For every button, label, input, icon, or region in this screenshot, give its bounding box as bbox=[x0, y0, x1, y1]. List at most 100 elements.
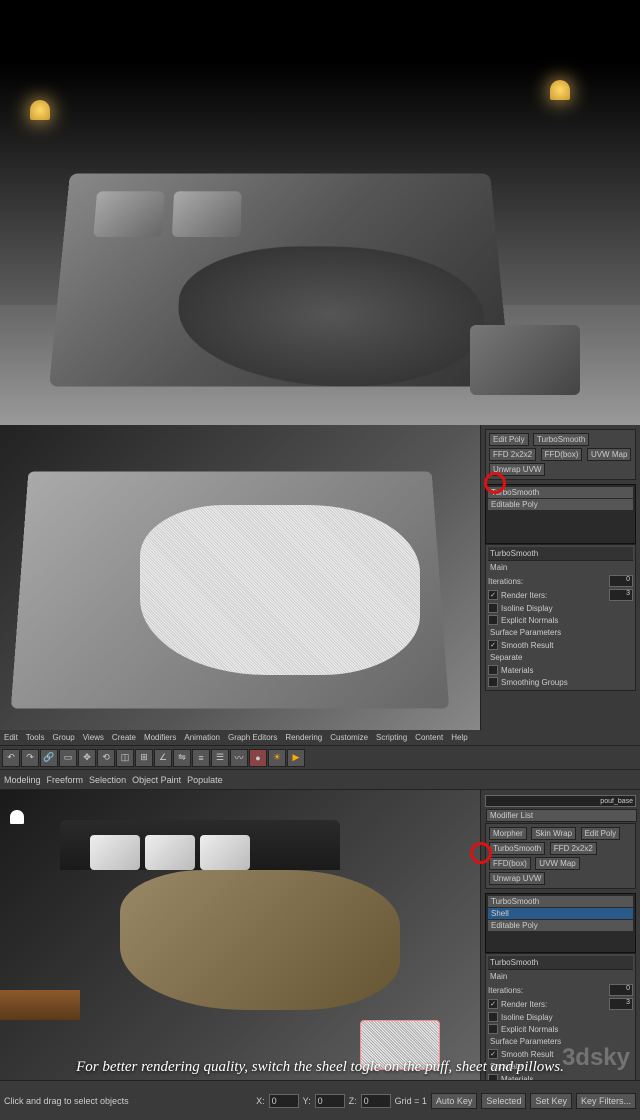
render-iters-checkbox[interactable] bbox=[488, 590, 498, 600]
render-iters-label: Render Iters: bbox=[501, 1000, 547, 1009]
scale-icon[interactable]: ◫ bbox=[116, 749, 134, 767]
stack-item[interactable]: Editable Poly bbox=[488, 499, 633, 510]
mirror-icon[interactable]: ⇋ bbox=[173, 749, 191, 767]
stack-item[interactable]: TurboSmooth bbox=[488, 487, 633, 498]
link-icon[interactable]: 🔗 bbox=[40, 749, 58, 767]
mod-btn[interactable]: Edit Poly bbox=[581, 827, 621, 840]
pillow bbox=[200, 835, 250, 870]
stack-item-selected[interactable]: Shell bbox=[488, 908, 633, 919]
mod-btn[interactable]: FFD 2x2x2 bbox=[550, 842, 597, 855]
snap-icon[interactable]: ⊞ bbox=[135, 749, 153, 767]
mod-btn[interactable]: Skin Wrap bbox=[531, 827, 576, 840]
wireframe-viewport[interactable] bbox=[0, 425, 480, 730]
modifier-panel-mid: Edit Poly TurboSmooth FFD 2x2x2 FFD(box)… bbox=[480, 425, 640, 730]
menu-item[interactable]: Views bbox=[83, 733, 104, 742]
mod-btn[interactable]: UVW Map bbox=[535, 857, 579, 870]
red-circle-annotation bbox=[484, 472, 506, 494]
menu-item[interactable]: Create bbox=[112, 733, 136, 742]
explicit-checkbox[interactable] bbox=[488, 1024, 498, 1034]
command-panel: Modifier List Morpher Skin Wrap Edit Pol… bbox=[480, 790, 640, 1080]
isoline-checkbox[interactable] bbox=[488, 603, 498, 613]
menu-item[interactable]: Scripting bbox=[376, 733, 407, 742]
side-table bbox=[0, 990, 80, 1020]
pillow bbox=[145, 835, 195, 870]
menu-item[interactable]: Help bbox=[451, 733, 467, 742]
layer-icon[interactable]: ☰ bbox=[211, 749, 229, 767]
redo-icon[interactable]: ↷ bbox=[21, 749, 39, 767]
middle-viewport-row: Edit Poly TurboSmooth FFD 2x2x2 FFD(box)… bbox=[0, 425, 640, 730]
render-iters-spinner[interactable]: 3 bbox=[609, 998, 633, 1010]
mod-btn[interactable]: FFD(box) bbox=[541, 448, 583, 461]
isoline-checkbox[interactable] bbox=[488, 1012, 498, 1022]
ribbon-tabs: Modeling Freeform Selection Object Paint… bbox=[0, 770, 640, 790]
turbosmooth-rollout: TurboSmooth Main Iterations:0 Render Ite… bbox=[485, 544, 636, 691]
tab[interactable]: Freeform bbox=[47, 775, 84, 785]
modifier-stack[interactable]: TurboSmooth Shell Editable Poly bbox=[485, 893, 636, 953]
keyfilters-button[interactable]: Key Filters... bbox=[576, 1093, 636, 1109]
stack-item[interactable]: TurboSmooth bbox=[488, 896, 633, 907]
iterations-spinner[interactable]: 0 bbox=[609, 575, 633, 587]
smooth-result-checkbox[interactable] bbox=[488, 640, 498, 650]
menu-item[interactable]: Rendering bbox=[285, 733, 322, 742]
autokey-button[interactable]: Auto Key bbox=[431, 1093, 478, 1109]
x-coord-input[interactable] bbox=[269, 1094, 299, 1108]
z-coord-input[interactable] bbox=[361, 1094, 391, 1108]
align-icon[interactable]: ≡ bbox=[192, 749, 210, 767]
rollout-header[interactable]: TurboSmooth bbox=[488, 547, 633, 561]
setkey-button[interactable]: Set Key bbox=[530, 1093, 572, 1109]
menu-bar: Edit Tools Group Views Create Modifiers … bbox=[0, 730, 640, 746]
mod-btn[interactable]: FFD 2x2x2 bbox=[489, 448, 536, 461]
tab[interactable]: Populate bbox=[187, 775, 223, 785]
render-iters-spinner[interactable]: 3 bbox=[609, 589, 633, 601]
menu-item[interactable]: Tools bbox=[26, 733, 45, 742]
smgroups-label: Smoothing Groups bbox=[501, 678, 568, 687]
curve-editor-icon[interactable]: 〰 bbox=[230, 749, 248, 767]
section-label: Main bbox=[488, 561, 633, 574]
mod-btn[interactable]: Edit Poly bbox=[489, 433, 529, 446]
smooth-result-checkbox[interactable] bbox=[488, 1049, 498, 1059]
modifier-list-dropdown[interactable]: Modifier List bbox=[486, 809, 637, 822]
materials-checkbox[interactable] bbox=[488, 665, 498, 675]
render-iters-checkbox[interactable] bbox=[488, 999, 498, 1009]
perspective-viewport[interactable] bbox=[0, 790, 480, 1080]
object-name-field[interactable] bbox=[485, 795, 636, 807]
menu-item[interactable]: Graph Editors bbox=[228, 733, 277, 742]
iterations-spinner[interactable]: 0 bbox=[609, 984, 633, 996]
smooth-result-label: Smooth Result bbox=[501, 641, 553, 650]
rotate-icon[interactable]: ⟲ bbox=[97, 749, 115, 767]
mod-btn[interactable]: Morpher bbox=[489, 827, 527, 840]
red-circle-annotation bbox=[470, 842, 492, 864]
rollout-header[interactable]: TurboSmooth bbox=[488, 956, 633, 970]
material-icon[interactable]: ● bbox=[249, 749, 267, 767]
tab[interactable]: Object Paint bbox=[132, 775, 181, 785]
selected-dropdown[interactable]: Selected bbox=[481, 1093, 526, 1109]
main-toolbar: ↶ ↷ 🔗 ▭ ✥ ⟲ ◫ ⊞ ∠ ⇋ ≡ ☰ 〰 ● ☀ ▶ bbox=[0, 746, 640, 770]
mod-btn[interactable]: Unwrap UVW bbox=[489, 872, 545, 885]
mod-btn[interactable]: TurboSmooth bbox=[489, 842, 545, 855]
menu-item[interactable]: Group bbox=[52, 733, 74, 742]
mod-btn[interactable]: TurboSmooth bbox=[533, 433, 589, 446]
menu-item[interactable]: Customize bbox=[330, 733, 368, 742]
modifier-stack[interactable]: TurboSmooth Editable Poly bbox=[485, 484, 636, 544]
smgroups-checkbox[interactable] bbox=[488, 677, 498, 687]
angle-snap-icon[interactable]: ∠ bbox=[154, 749, 172, 767]
tab[interactable]: Modeling bbox=[4, 775, 41, 785]
stack-item[interactable]: Editable Poly bbox=[488, 920, 633, 931]
render-icon[interactable]: ▶ bbox=[287, 749, 305, 767]
menu-item[interactable]: Edit bbox=[4, 733, 18, 742]
menu-item[interactable]: Animation bbox=[184, 733, 220, 742]
mod-btn[interactable]: FFD(box) bbox=[489, 857, 531, 870]
menu-item[interactable]: Content bbox=[415, 733, 443, 742]
render-iters-label: Render Iters: bbox=[501, 591, 547, 600]
undo-icon[interactable]: ↶ bbox=[2, 749, 20, 767]
ottoman bbox=[470, 325, 580, 395]
tab[interactable]: Selection bbox=[89, 775, 126, 785]
move-icon[interactable]: ✥ bbox=[78, 749, 96, 767]
menu-item[interactable]: Modifiers bbox=[144, 733, 176, 742]
explicit-checkbox[interactable] bbox=[488, 615, 498, 625]
y-coord-input[interactable] bbox=[315, 1094, 345, 1108]
render-setup-icon[interactable]: ☀ bbox=[268, 749, 286, 767]
pillow bbox=[93, 191, 164, 237]
select-icon[interactable]: ▭ bbox=[59, 749, 77, 767]
mod-btn[interactable]: UVW Map bbox=[587, 448, 631, 461]
